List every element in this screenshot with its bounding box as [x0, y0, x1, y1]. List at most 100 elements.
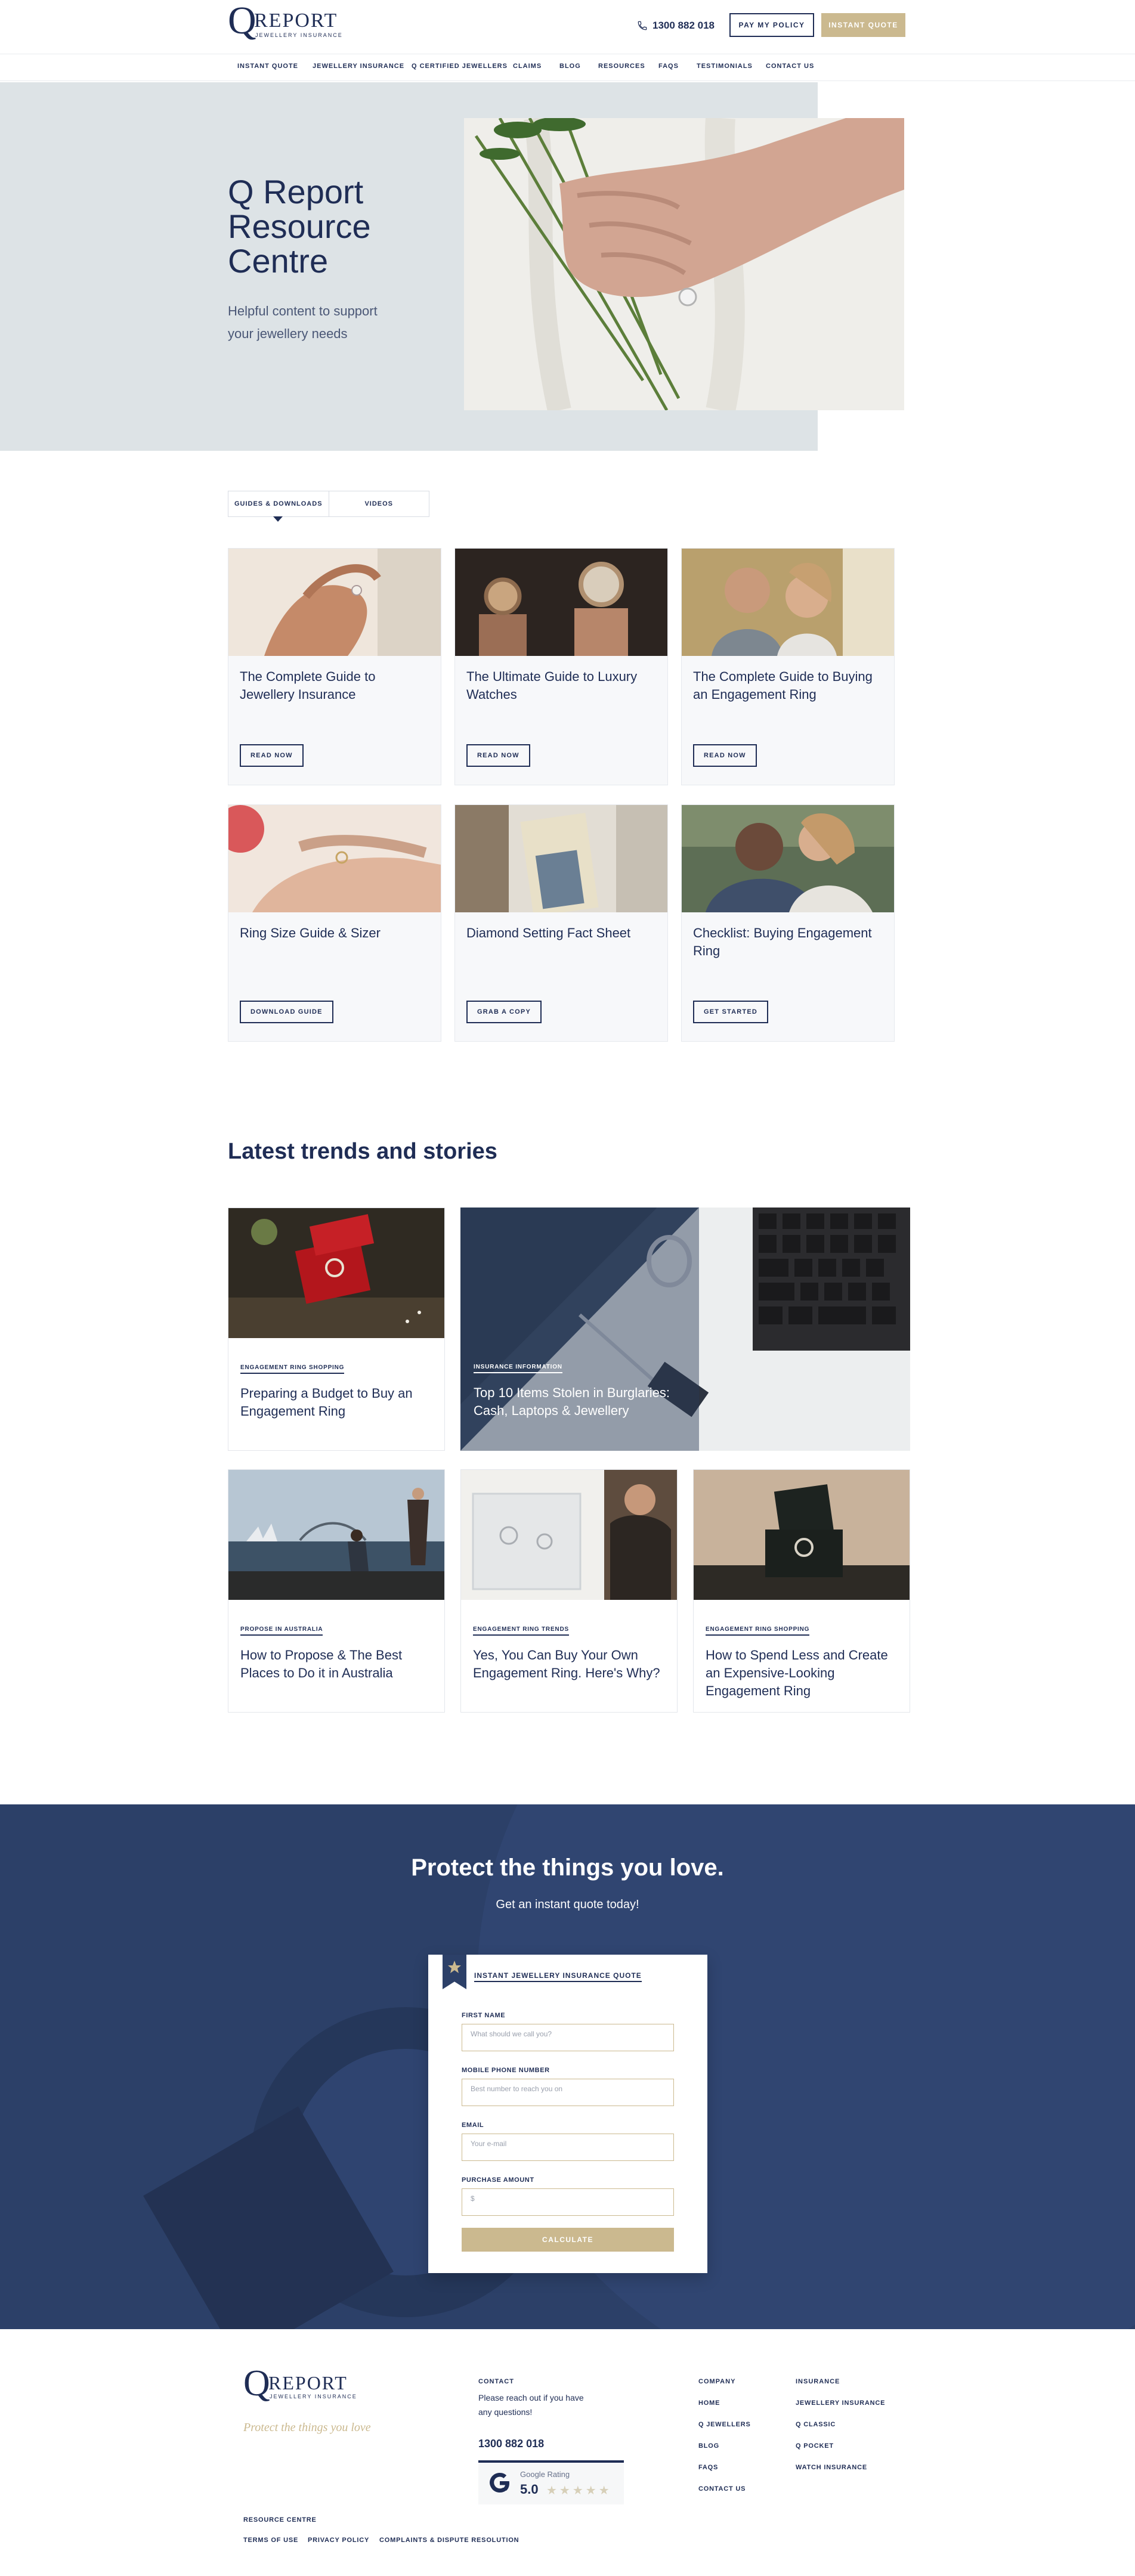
footer-logo[interactable]: Q REPORT JEWELLERY INSURANCE — [243, 2363, 375, 2408]
hero-title: Q Report Resource Centre — [228, 175, 431, 278]
trend-title: Top 10 Items Stolen in Burglaries: Cash,… — [474, 1385, 670, 1418]
trend-card[interactable]: ENGAGEMENT RING SHOPPING How to Spend Le… — [693, 1469, 910, 1713]
footer-link-watch-insurance[interactable]: WATCH INSURANCE — [796, 2464, 867, 2471]
first-name-label: FIRST NAME — [462, 2012, 506, 2019]
google-rating-stars: ★★★★★ — [546, 2484, 612, 2497]
quote-form: INSTANT JEWELLERY INSURANCE QUOTE FIRST … — [428, 1955, 707, 2273]
trend-category[interactable]: PROPOSE IN AUSTRALIA — [240, 1626, 323, 1636]
guide-card[interactable]: Diamond Setting Fact Sheet GRAB A COPY — [454, 804, 668, 1042]
guide-card-title: The Complete Guide to Jewellery Insuranc… — [240, 669, 376, 702]
guide-image-diamond-fact-sheet — [455, 805, 667, 912]
footer-link-q-classic[interactable]: Q CLASSIC — [796, 2421, 836, 2428]
email-label: EMAIL — [462, 2122, 484, 2129]
footer-link-blog[interactable]: BLOG — [698, 2442, 719, 2450]
guide-card[interactable]: Ring Size Guide & Sizer DOWNLOAD GUIDE — [228, 804, 441, 1042]
download-guide-button[interactable]: DOWNLOAD GUIDE — [240, 1001, 333, 1023]
footer-link-q-pocket[interactable]: Q POCKET — [796, 2442, 834, 2450]
footer-link-terms-of-use[interactable]: TERMS OF USE — [243, 2537, 298, 2544]
read-now-button[interactable]: READ NOW — [240, 744, 304, 767]
grab-a-copy-button[interactable]: GRAB A COPY — [466, 1001, 542, 1023]
guide-card-title: Ring Size Guide & Sizer — [240, 925, 381, 940]
trend-image-jewellery-store — [461, 1470, 677, 1600]
trend-category[interactable]: ENGAGEMENT RING SHOPPING — [240, 1364, 345, 1374]
guide-card-title: The Complete Guide to Buying an Engageme… — [693, 669, 873, 702]
guide-image-luxury-watches — [455, 549, 667, 656]
footer-link-jewellery-insurance[interactable]: JEWELLERY INSURANCE — [796, 2399, 885, 2407]
trend-card[interactable]: PROPOSE IN AUSTRALIA How to Propose & Th… — [228, 1469, 445, 1713]
hero-title-line-1: Q Report — [228, 173, 364, 210]
nav-item-instant-quote[interactable]: INSTANT QUOTE — [237, 63, 298, 70]
google-g-icon — [490, 2473, 509, 2493]
footer-logo-subtitle: JEWELLERY INSURANCE — [270, 2394, 357, 2399]
purchase-amount-input[interactable]: $ — [462, 2188, 674, 2216]
site-logo[interactable]: Q REPORT JEWELLERY INSURANCE — [228, 1, 353, 43]
nav-item-faqs[interactable]: FAQS — [658, 63, 679, 70]
guide-card[interactable]: The Complete Guide to Buying an Engageme… — [681, 548, 895, 785]
hero-subtitle: Helpful content to support your jeweller… — [228, 304, 378, 341]
footer-contact-text-2: any questions! — [478, 2407, 533, 2417]
nav-item-claims[interactable]: CLAIMS — [513, 63, 542, 70]
nav-item-certified-jewellers[interactable]: Q CERTIFIED JEWELLERS — [412, 63, 508, 70]
pay-my-policy-button[interactable]: PAY MY POLICY — [729, 13, 814, 37]
footer-link-complaints[interactable]: COMPLAINTS & DISPUTE RESOLUTION — [379, 2537, 519, 2544]
google-rating-badge[interactable]: Google Rating 5.0 ★★★★★ — [478, 2460, 624, 2504]
get-started-button[interactable]: GET STARTED — [693, 1001, 768, 1023]
nav-item-contact-us[interactable]: CONTACT US — [766, 63, 814, 70]
footer-insurance-heading: INSURANCE — [796, 2378, 840, 2385]
trend-category[interactable]: ENGAGEMENT RING SHOPPING — [706, 1626, 810, 1636]
guide-card-title: The Ultimate Guide to Luxury Watches — [466, 669, 638, 702]
trend-category[interactable]: ENGAGEMENT RING TRENDS — [473, 1626, 569, 1636]
email-input[interactable]: Your e-mail — [462, 2134, 674, 2161]
purchase-amount-label: PURCHASE AMOUNT — [462, 2176, 534, 2184]
guide-card[interactable]: The Ultimate Guide to Luxury Watches REA… — [454, 548, 668, 785]
calculate-button[interactable]: CALCULATE — [462, 2228, 674, 2252]
star-ribbon-icon — [443, 1955, 466, 1989]
footer-link-faqs[interactable]: FAQS — [698, 2464, 718, 2471]
first-name-input[interactable]: What should we call you? — [462, 2024, 674, 2051]
guide-card[interactable]: Checklist: Buying Engagement Ring GET ST… — [681, 804, 895, 1042]
instant-quote-button[interactable]: INSTANT QUOTE — [821, 13, 905, 37]
mobile-phone-input[interactable]: Best number to reach you on — [462, 2079, 674, 2106]
hero-title-line-3: Centre — [228, 242, 329, 280]
trend-title: How to Propose & The Best Places to Do i… — [240, 1648, 403, 1680]
guide-image-engaged-couple — [682, 549, 894, 656]
trend-title: Yes, You Can Buy Your Own Engagement Rin… — [473, 1648, 660, 1680]
mobile-phone-label: MOBILE PHONE NUMBER — [462, 2067, 550, 2074]
read-now-button[interactable]: READ NOW — [466, 744, 530, 767]
footer-link-home[interactable]: HOME — [698, 2399, 720, 2407]
footer-logo-wordmark: REPORT — [268, 2372, 348, 2394]
trend-card[interactable]: ENGAGEMENT RING TRENDS Yes, You Can Buy … — [460, 1469, 678, 1713]
guide-card[interactable]: The Complete Guide to Jewellery Insuranc… — [228, 548, 441, 785]
logo-subtitle: JEWELLERY INSURANCE — [255, 32, 343, 38]
latest-trends-heading: Latest trends and stories — [228, 1139, 497, 1164]
google-rating-label: Google Rating — [520, 2470, 570, 2479]
guide-card-title: Checklist: Buying Engagement Ring — [693, 925, 872, 958]
phone-icon — [638, 21, 647, 30]
trend-card-featured[interactable]: INSURANCE INFORMATION Top 10 Items Stole… — [460, 1208, 910, 1451]
footer-link-resource-centre[interactable]: RESOURCE CENTRE — [243, 2516, 317, 2524]
footer-contact-heading: CONTACT — [478, 2378, 514, 2385]
tab-guides-downloads[interactable]: GUIDES & DOWNLOADS — [228, 491, 329, 516]
footer-phone-link[interactable]: 1300 882 018 — [478, 2438, 544, 2450]
nav-item-resources[interactable]: RESOURCES — [598, 63, 645, 70]
read-now-button[interactable]: READ NOW — [693, 744, 757, 767]
trend-card[interactable]: ENGAGEMENT RING SHOPPING Preparing a Bud… — [228, 1208, 445, 1451]
tab-videos[interactable]: VIDEOS — [328, 491, 429, 516]
nav-item-testimonials[interactable]: TESTIMONIALS — [697, 63, 753, 70]
nav-item-jewellery-insurance[interactable]: JEWELLERY INSURANCE — [313, 63, 404, 70]
trend-category[interactable]: INSURANCE INFORMATION — [474, 1364, 562, 1373]
quote-form-title: INSTANT JEWELLERY INSURANCE QUOTE — [474, 1971, 642, 1982]
footer-link-q-jewellers[interactable]: Q JEWELLERS — [698, 2421, 751, 2428]
cta-subtitle: Get an instant quote today! — [496, 1898, 639, 1911]
header-phone-number: 1300 882 018 — [652, 20, 715, 31]
main-nav: INSTANT QUOTE JEWELLERY INSURANCE Q CERT… — [0, 54, 1135, 81]
footer-link-privacy-policy[interactable]: PRIVACY POLICY — [308, 2537, 369, 2544]
guide-card-title: Diamond Setting Fact Sheet — [466, 925, 631, 940]
nav-item-blog[interactable]: BLOG — [559, 63, 581, 70]
header-phone-link[interactable]: 1300 882 018 — [637, 19, 715, 32]
logo-q-mark: Q — [228, 0, 256, 42]
cta-title: Protect the things you love. — [411, 1854, 724, 1881]
footer-link-contact-us[interactable]: CONTACT US — [698, 2485, 746, 2493]
trend-image-sydney-proposal — [228, 1470, 444, 1600]
trend-image-ring-box — [228, 1208, 444, 1338]
